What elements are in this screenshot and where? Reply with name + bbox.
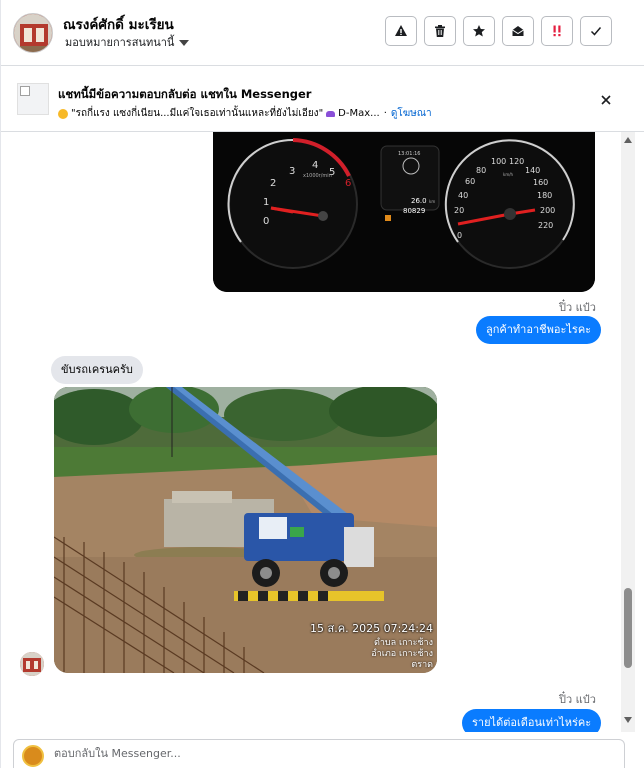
assign-label: มอบหมายการสนทนานี้ bbox=[65, 36, 175, 49]
speed-tick-80: 80 bbox=[476, 166, 486, 175]
speed-unit: km/h bbox=[503, 172, 514, 177]
incoming-message[interactable]: ขับรถเครนครับ bbox=[51, 356, 143, 384]
message-thread[interactable]: 0 1 2 3 4 5 6 x1000r/min 13:01:16 26.0 k… bbox=[1, 132, 621, 732]
speed-tick-120: 120 bbox=[509, 157, 524, 166]
sender-label: ปิ๋ว แป๋ว bbox=[559, 301, 596, 314]
speed-tick-160: 160 bbox=[533, 178, 548, 187]
mark-done-button[interactable] bbox=[580, 16, 612, 46]
tach-tick-0: 0 bbox=[263, 216, 269, 227]
conversation-toolbar bbox=[385, 16, 612, 46]
contact-avatar-small[interactable] bbox=[20, 652, 44, 676]
warning-icon bbox=[395, 25, 407, 36]
photo-location-3: ตราด bbox=[411, 660, 433, 670]
banner-title: แชทนี้มีข้อความตอบกลับต่อ แชทใน Messenge… bbox=[58, 87, 312, 101]
messenger-conversation-window: ณรงค์ศักดิ์ มะเรียน มอบหมายการสนทนานี้ แ… bbox=[0, 0, 644, 768]
scroll-thumb[interactable] bbox=[624, 588, 632, 668]
laughing-emoji-icon bbox=[58, 108, 68, 119]
clock-readout: 13:01:16 bbox=[398, 151, 420, 157]
scroll-up-arrow-icon[interactable] bbox=[624, 137, 632, 143]
scroll-down-arrow-icon[interactable] bbox=[624, 717, 632, 723]
tach-tick-3: 3 bbox=[289, 166, 295, 177]
trip-unit: km bbox=[429, 199, 435, 204]
delete-button[interactable] bbox=[424, 16, 456, 46]
contact-name[interactable]: ณรงค์ศักดิ์ มะเรียน bbox=[63, 13, 174, 35]
tach-tick-1: 1 bbox=[263, 197, 269, 208]
ad-thumbnail bbox=[17, 83, 49, 115]
trip-readout: 26.0 bbox=[411, 197, 427, 205]
star-icon bbox=[473, 25, 485, 37]
envelope-open-icon bbox=[512, 26, 524, 36]
crane-photo[interactable]: 15 ส.ค. 2025 07:24:24 ตำบล เกาะช้าง อำเภ… bbox=[54, 387, 437, 673]
exclamation-icon bbox=[553, 25, 561, 37]
ad-text: "รถกี่แรง แซงกี่เนียน...มีแค่ใจเธอเท่านั… bbox=[71, 108, 324, 119]
outgoing-message[interactable]: รายได้ต่อเดือนเท่าไหร่คะ bbox=[462, 709, 602, 732]
ad-product: D-Max... bbox=[338, 108, 380, 119]
assign-conversation-dropdown[interactable]: มอบหมายการสนทนานี้ bbox=[65, 33, 190, 51]
message-composer bbox=[13, 739, 625, 768]
chat-scrollbar[interactable] bbox=[621, 132, 635, 732]
tach-tick-2: 2 bbox=[270, 178, 276, 189]
odo-readout: 80829 bbox=[403, 207, 425, 215]
check-icon bbox=[590, 27, 602, 36]
contact-avatar[interactable] bbox=[13, 13, 53, 53]
ad-reply-banner: แชทนี้มีข้อความตอบกลับต่อ แชทใน Messenge… bbox=[1, 66, 644, 132]
trash-icon bbox=[435, 25, 445, 37]
follow-up-button[interactable] bbox=[541, 16, 573, 46]
star-button[interactable] bbox=[463, 16, 495, 46]
banner-ad-info: "รถกี่แรง แซงกี่เนียน...มีแค่ใจเธอเท่านั… bbox=[58, 106, 432, 121]
speed-tick-200: 200 bbox=[540, 206, 555, 215]
close-icon[interactable] bbox=[597, 91, 615, 109]
speed-tick-220: 220 bbox=[538, 221, 553, 230]
tach-unit: x1000r/min bbox=[303, 173, 332, 179]
speed-tick-100: 100 bbox=[491, 157, 506, 166]
page-avatar bbox=[22, 745, 44, 767]
outgoing-message[interactable]: ลูกค้าทำอาชีพอะไรคะ bbox=[476, 316, 602, 344]
speed-tick-0: 0 bbox=[457, 231, 462, 240]
tach-tick-4: 4 bbox=[312, 160, 318, 171]
dashboard-photo[interactable]: 0 1 2 3 4 5 6 x1000r/min 13:01:16 26.0 k… bbox=[213, 132, 595, 292]
sender-label: ปิ๋ว แป๋ว bbox=[559, 693, 596, 706]
tach-tick-6: 6 bbox=[345, 178, 351, 189]
car-emoji-icon bbox=[326, 110, 336, 117]
mark-unread-button[interactable] bbox=[502, 16, 534, 46]
conversation-header: ณรงค์ศักดิ์ มะเรียน มอบหมายการสนทนานี้ bbox=[1, 0, 644, 66]
speed-tick-20: 20 bbox=[454, 206, 464, 215]
speed-tick-180: 180 bbox=[537, 191, 552, 200]
chevron-down-icon bbox=[179, 39, 190, 46]
speed-tick-140: 140 bbox=[525, 166, 540, 175]
speed-tick-40: 40 bbox=[458, 191, 468, 200]
view-ad-link[interactable]: ดูโฆษณา bbox=[391, 106, 432, 121]
speed-tick-60: 60 bbox=[465, 177, 475, 186]
reply-input[interactable] bbox=[54, 747, 614, 760]
report-spam-button[interactable] bbox=[385, 16, 417, 46]
